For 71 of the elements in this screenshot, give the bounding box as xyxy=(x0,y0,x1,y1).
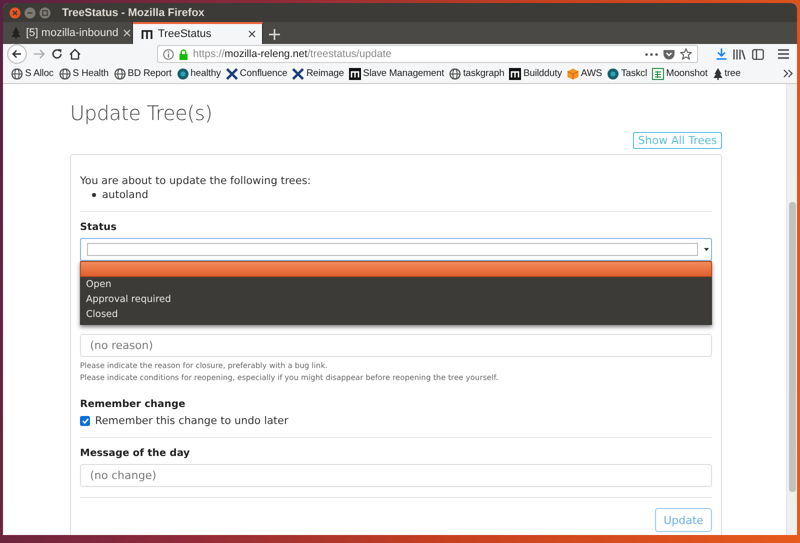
reason-field[interactable]: (no reason) xyxy=(80,334,712,357)
tab-title: [5] mozilla-inbound xyxy=(26,27,118,39)
dropdown-option[interactable]: Approval required xyxy=(80,292,712,307)
globe-icon xyxy=(58,68,71,80)
m-logo-icon xyxy=(509,68,522,80)
bookmark[interactable]: tree xyxy=(712,68,741,80)
close-icon[interactable] xyxy=(9,6,21,18)
message-field[interactable]: (no change) xyxy=(80,464,712,487)
checkbox-label: Remember this change to undo later xyxy=(95,415,288,427)
close-tab-button[interactable] xyxy=(248,30,256,38)
star-icon[interactable] xyxy=(680,48,692,60)
minimize-icon[interactable] xyxy=(24,6,36,18)
cube-icon xyxy=(566,68,579,80)
globe-icon xyxy=(449,68,462,80)
field-label: Message of the day xyxy=(80,448,191,459)
scrollbar-thumb[interactable] xyxy=(789,202,796,492)
menu-icon[interactable] xyxy=(778,49,789,59)
close-icon xyxy=(123,29,132,37)
spreadsheet-icon xyxy=(652,68,664,80)
plus-icon[interactable] xyxy=(269,29,280,40)
bookmark[interactable]: AWS xyxy=(566,68,602,80)
home-icon[interactable] xyxy=(69,48,81,60)
dial-icon xyxy=(176,68,189,80)
page-title: Update Tree(s) xyxy=(70,101,214,125)
m-logo-icon xyxy=(141,28,153,40)
m-logo-icon xyxy=(349,68,362,80)
more-icon[interactable] xyxy=(645,52,658,56)
download-icon[interactable] xyxy=(716,48,727,60)
bookmark[interactable]: Confluence xyxy=(226,68,288,80)
bookmark[interactable]: Reimage xyxy=(292,68,344,80)
bookmark[interactable]: healthy xyxy=(176,68,221,80)
intro-text: You are about to update the following trees: xyxy=(80,175,312,187)
checkbox[interactable] xyxy=(80,416,90,426)
bookmark[interactable]: Slave Management xyxy=(349,68,444,80)
field-label: Remember change xyxy=(80,399,186,410)
browser-tab[interactable]: TreeStatus xyxy=(133,22,263,44)
chevron-icon[interactable] xyxy=(783,69,793,78)
cross-icon xyxy=(292,68,304,80)
reload-icon[interactable] xyxy=(51,48,63,60)
caret-icon xyxy=(704,248,709,251)
tree-name: autoland xyxy=(102,189,148,201)
tree-icon xyxy=(11,27,21,39)
library-icon[interactable] xyxy=(733,48,746,60)
dropdown-option[interactable]: Open xyxy=(80,277,712,292)
bookmark[interactable]: Taskcl xyxy=(607,68,648,80)
bookmark[interactable]: Moonshot xyxy=(652,68,708,80)
sidebar-icon[interactable] xyxy=(752,48,764,60)
bookmark[interactable]: taskgraph xyxy=(449,68,504,80)
info-icon xyxy=(163,48,174,60)
close-icon xyxy=(248,30,256,38)
globe-icon xyxy=(114,68,126,80)
pocket-icon[interactable] xyxy=(663,48,675,60)
bookmark[interactable]: Buildduty xyxy=(509,68,562,80)
dial-icon xyxy=(607,68,620,80)
tree-icon xyxy=(712,68,723,80)
dropdown-option[interactable]: Closed xyxy=(80,307,712,322)
tab-title: TreeStatus xyxy=(158,28,212,40)
address-bar[interactable]: https://mozilla-releng.net/treestatus/update xyxy=(157,45,698,63)
url-text: https://mozilla-releng.net/treestatus/update xyxy=(193,48,392,60)
bookmark[interactable]: S Health xyxy=(58,68,109,80)
bookmark[interactable]: S Alloc xyxy=(11,68,54,80)
back-icon[interactable] xyxy=(7,44,27,64)
field-label: Status xyxy=(80,222,118,233)
cross-icon xyxy=(226,68,238,80)
bookmark[interactable]: BD Report xyxy=(114,68,172,80)
maximize-icon[interactable] xyxy=(39,6,51,18)
lock-icon xyxy=(179,48,188,60)
globe-icon xyxy=(11,68,23,80)
window-title: TreeStatus - Mozilla Firefox xyxy=(62,6,204,18)
bullet-icon xyxy=(92,193,96,197)
check-icon xyxy=(82,418,88,424)
